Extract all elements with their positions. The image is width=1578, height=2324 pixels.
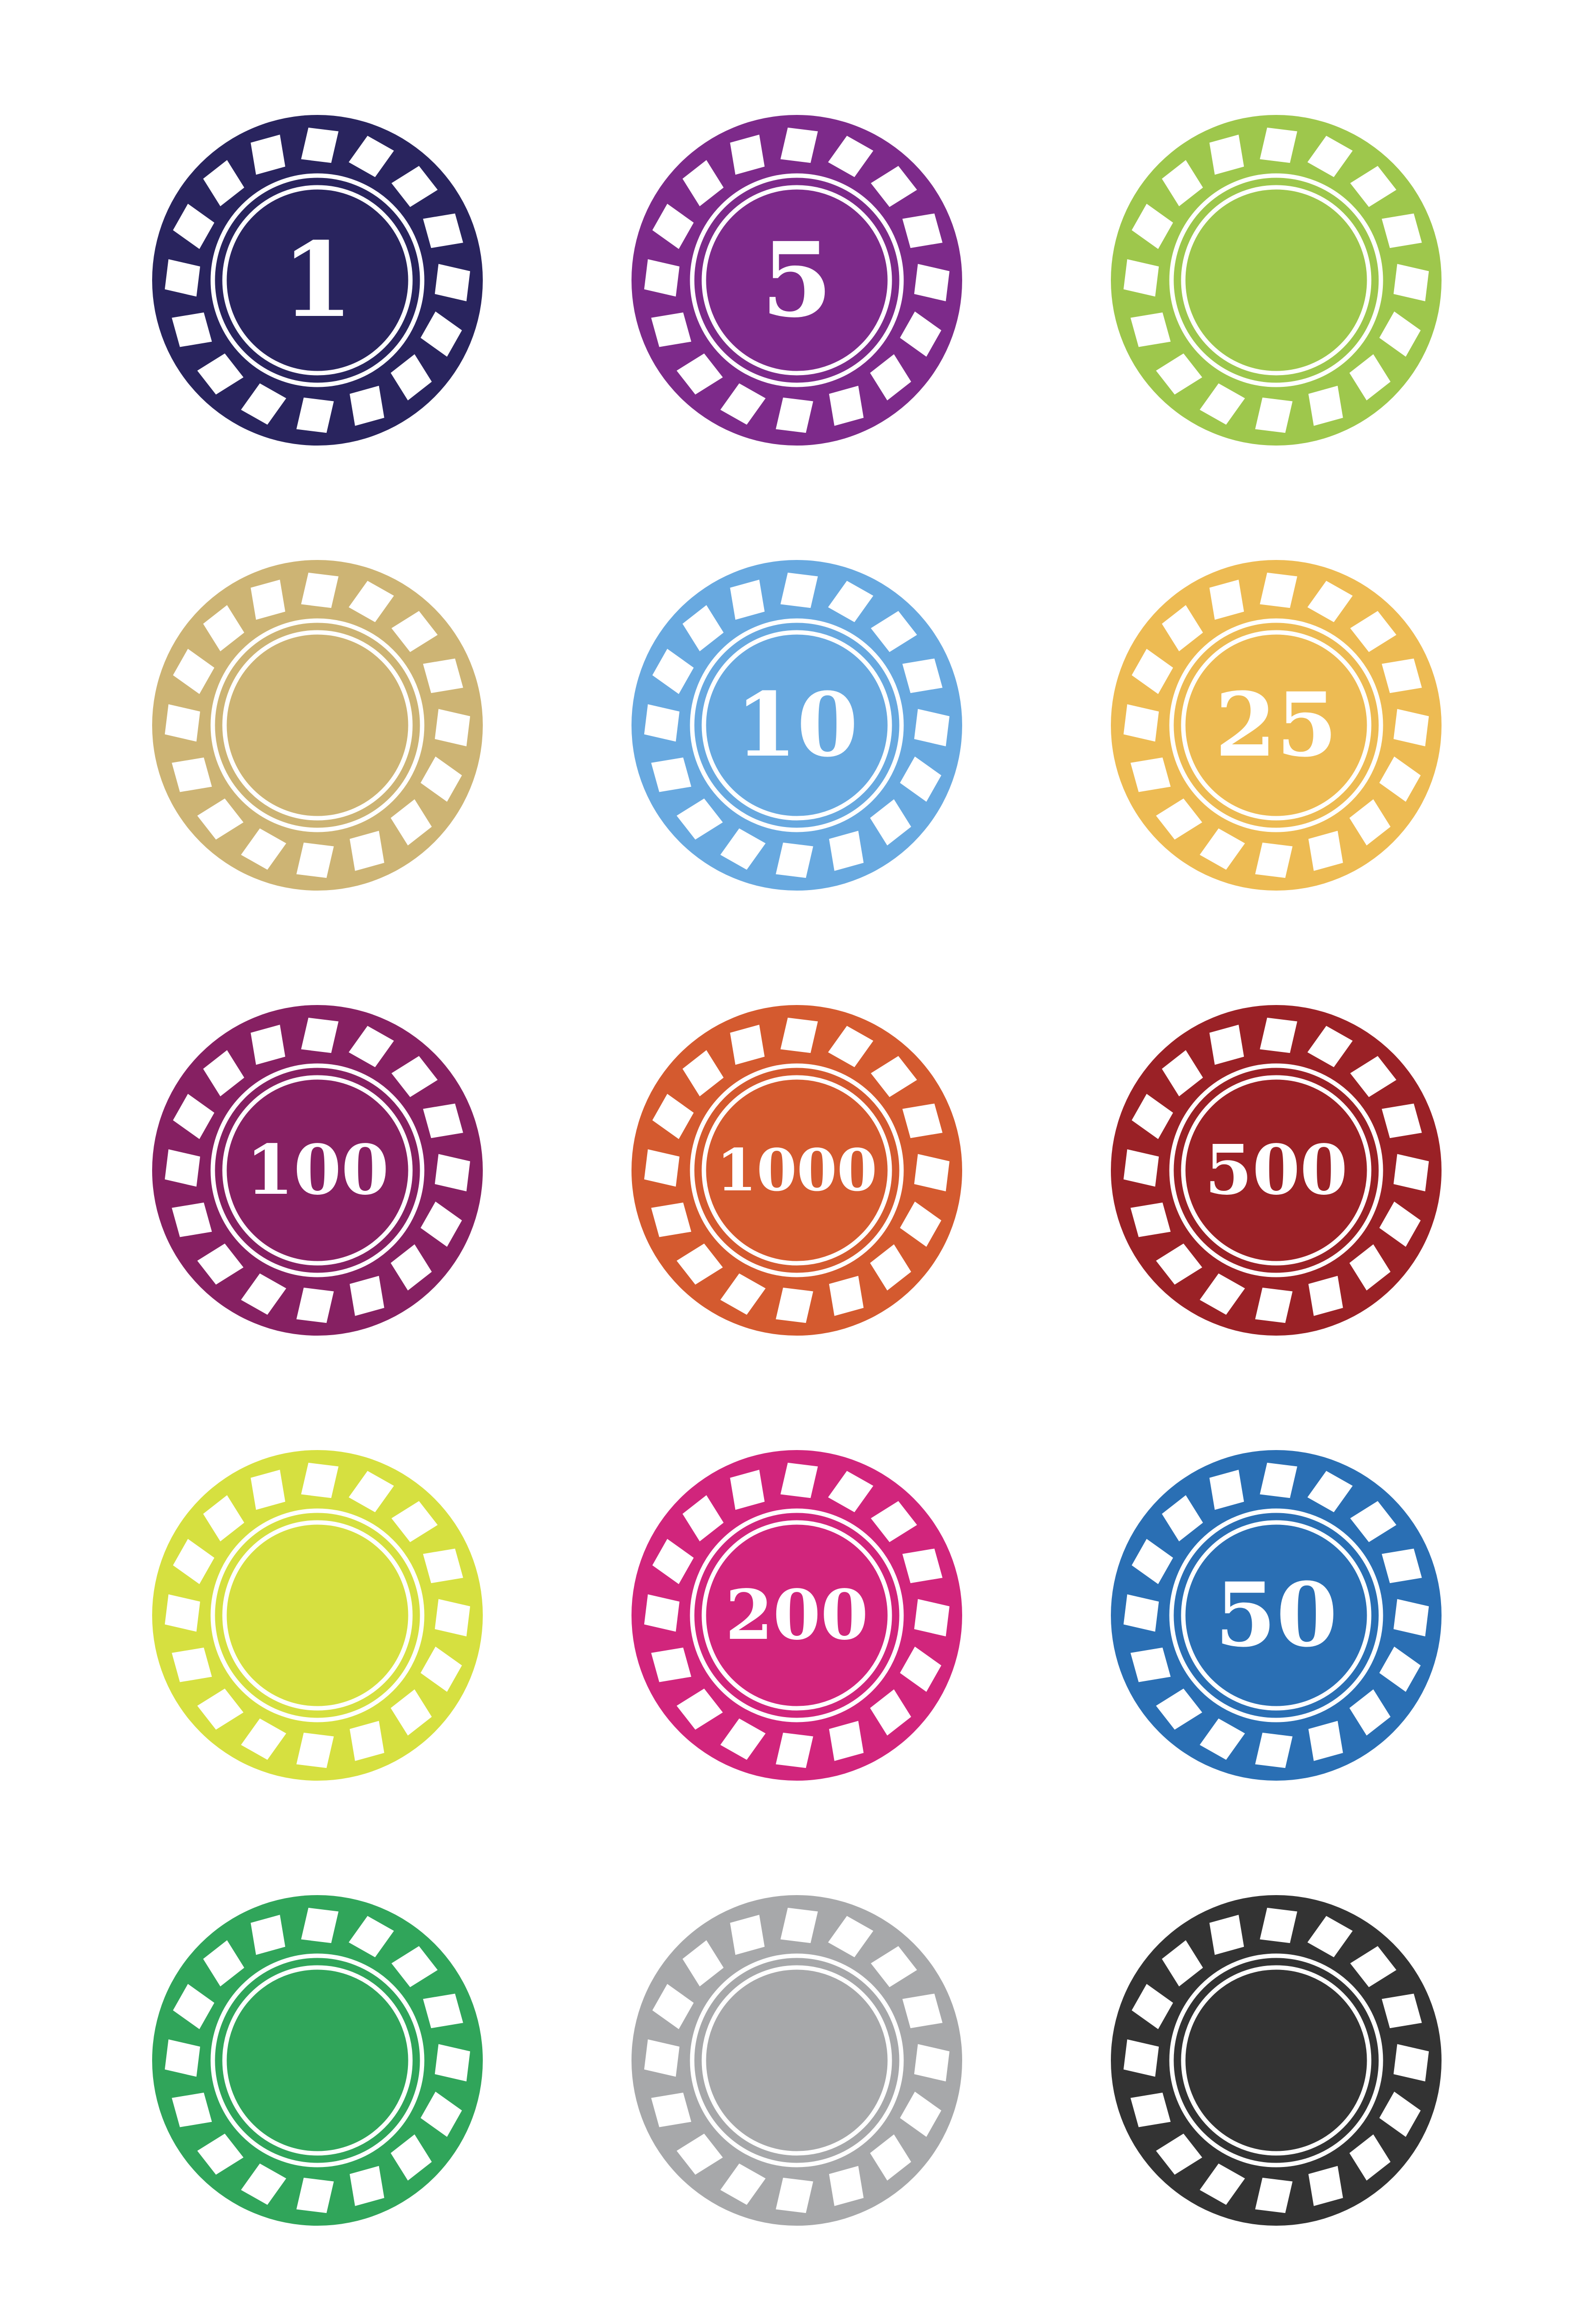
chip-icon (1111, 560, 1442, 891)
chip-icon (1111, 1895, 1442, 2226)
chip-icon (1111, 1005, 1442, 1336)
poker-chip (1110, 1894, 1443, 2227)
poker-chip: 100 (151, 1004, 484, 1337)
chip-icon (631, 1450, 962, 1781)
poker-chip: 10 (631, 559, 963, 892)
poker-chip: 1 (151, 114, 484, 447)
chip-icon (152, 115, 483, 446)
chip-icon (1111, 1450, 1442, 1781)
chip-icon (631, 1895, 962, 2226)
poker-chip: 25 (1110, 559, 1443, 892)
poker-chip (631, 1894, 963, 2227)
chip-icon (631, 560, 962, 891)
chip-sheet: 1 5 10 25 100 1000 500 200 50 (0, 0, 1578, 2324)
poker-chip (1110, 114, 1443, 447)
chip-icon (152, 1005, 483, 1336)
poker-chip: 5 (631, 114, 963, 447)
poker-chip (151, 1449, 484, 1782)
chip-icon (631, 1005, 962, 1336)
poker-chip: 50 (1110, 1449, 1443, 1782)
chip-icon (152, 1895, 483, 2226)
poker-chip: 500 (1110, 1004, 1443, 1337)
poker-chip (151, 1894, 484, 2227)
chip-icon (152, 560, 483, 891)
poker-chip (151, 559, 484, 892)
chip-icon (631, 115, 962, 446)
poker-chip: 1000 (631, 1004, 963, 1337)
chip-icon (1111, 115, 1442, 446)
poker-chip: 200 (631, 1449, 963, 1782)
chip-icon (152, 1450, 483, 1781)
